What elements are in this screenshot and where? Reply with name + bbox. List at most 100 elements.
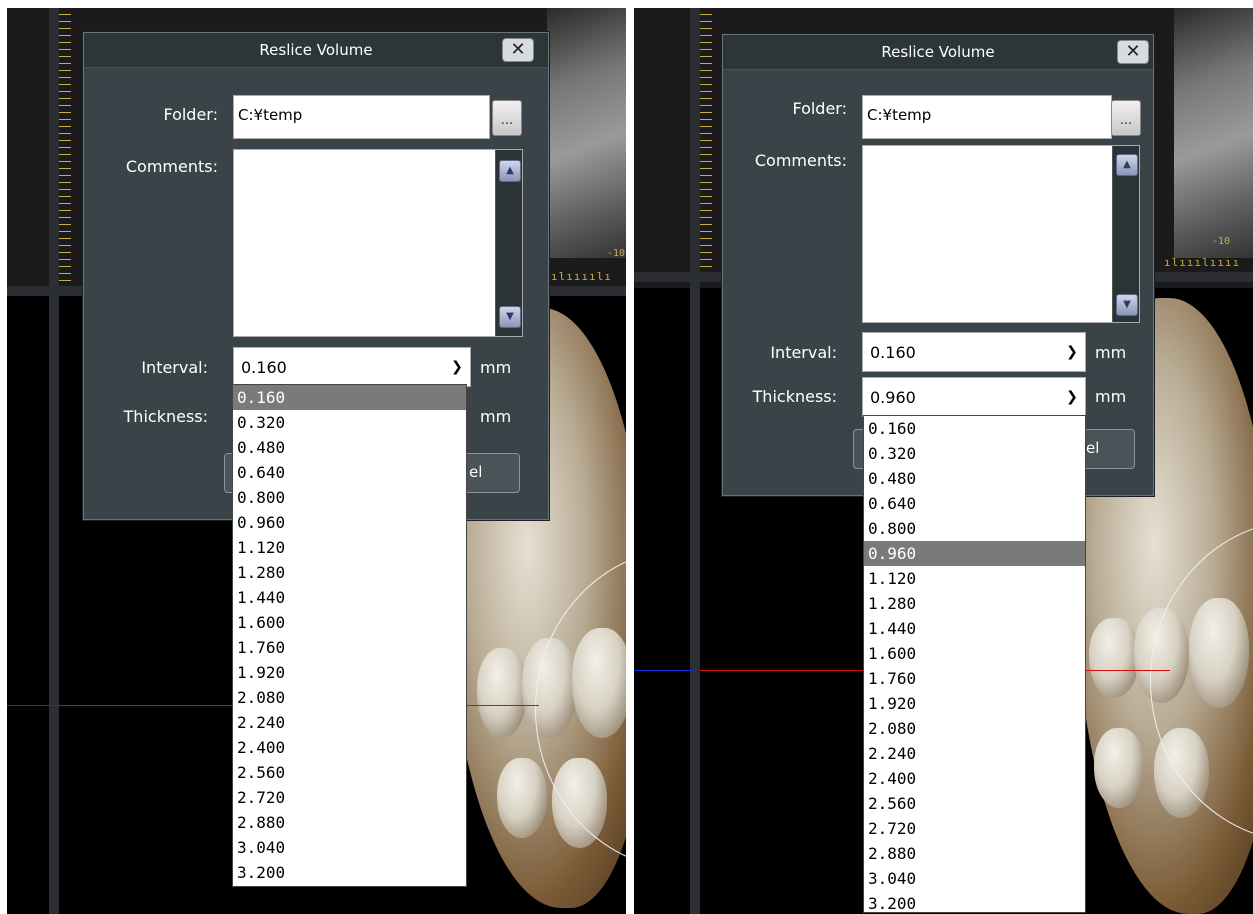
dropdown-option[interactable]: 2.720 [233, 785, 466, 810]
dropdown-option[interactable]: 1.280 [233, 560, 466, 585]
thickness-dropdown-list[interactable]: 0.160 0.320 0.480 0.640 0.800 0.960 1.120 1.280… [863, 415, 1086, 913]
comments-field[interactable]: ▲ ▼ [862, 145, 1140, 323]
dropdown-option[interactable]: 3.040 [864, 866, 1085, 891]
chevron-down-icon[interactable]: ❯ [1059, 333, 1085, 371]
dropdown-option[interactable]: 1.280 [864, 591, 1085, 616]
interval-combobox[interactable]: 0.160 ❯ [233, 347, 471, 387]
scale-label: -10 [607, 248, 626, 259]
crosshair-blue [7, 705, 57, 706]
browse-button[interactable]: ... [1111, 100, 1141, 136]
dropdown-option[interactable]: 0.160 [233, 385, 466, 410]
interval-unit: mm [480, 358, 512, 377]
interval-value: 0.160 [241, 358, 287, 377]
thickness-value: 0.960 [870, 388, 916, 407]
tooth-render [497, 758, 547, 838]
option-list: 0.160 0.320 0.480 0.640 0.800 0.960 1.120 1.280… [233, 385, 466, 885]
dropdown-option[interactable]: 1.760 [233, 635, 466, 660]
dropdown-option[interactable]: 1.440 [233, 585, 466, 610]
dropdown-option[interactable]: 0.320 [864, 441, 1085, 466]
dropdown-option[interactable]: 1.120 [233, 535, 466, 560]
dialog-title: Reslice Volume [881, 43, 995, 61]
dropdown-option[interactable]: 2.560 [864, 791, 1085, 816]
scroll-up-icon[interactable]: ▲ [1116, 154, 1138, 176]
cancel-button[interactable]: el [1081, 429, 1135, 469]
dropdown-option[interactable]: 0.960 [864, 541, 1085, 566]
dropdown-option[interactable]: 2.560 [233, 760, 466, 785]
thickness-unit: mm [480, 407, 512, 426]
thickness-combobox[interactable]: 0.960 ❯ [862, 377, 1086, 417]
dropdown-option[interactable]: 1.920 [864, 691, 1085, 716]
close-button[interactable]: ✕ [502, 38, 534, 62]
viewer-panel-left: ılıııılı -10 Reslice Volume ✕ Folder: C:… [7, 8, 626, 914]
comments-scrollbar[interactable]: ▲ ▼ [1112, 146, 1139, 322]
dropdown-option[interactable]: 1.600 [233, 610, 466, 635]
dropdown-option[interactable]: 3.200 [233, 860, 466, 885]
scale-label: -10 [1212, 236, 1231, 247]
folder-value: C:¥temp [238, 106, 303, 124]
dropdown-option[interactable]: 2.880 [864, 841, 1085, 866]
ct-scan-bone [547, 8, 626, 258]
browse-label: ... [500, 113, 514, 128]
interval-dropdown-list[interactable]: 0.160 0.320 0.480 0.640 0.800 0.960 1.120 1.280… [232, 384, 467, 887]
horizontal-scale-ticks: ılııılıııı [1164, 256, 1241, 269]
cancel-button[interactable]: el [464, 453, 520, 493]
scroll-up-icon[interactable]: ▲ [499, 160, 521, 182]
viewport-divider-vertical [49, 8, 59, 914]
folder-field[interactable]: C:¥temp [233, 95, 490, 139]
close-icon: ✕ [1125, 41, 1141, 62]
thickness-unit: mm [1095, 387, 1127, 406]
dropdown-option[interactable]: 3.040 [233, 835, 466, 860]
interval-value: 0.160 [870, 343, 916, 362]
dropdown-option[interactable]: 2.080 [864, 716, 1085, 741]
option-list: 0.160 0.320 0.480 0.640 0.800 0.960 1.120 1.280… [864, 416, 1085, 914]
comments-label: Comments: [125, 157, 218, 176]
dropdown-option[interactable]: 1.920 [233, 660, 466, 685]
interval-label: Interval: [770, 343, 837, 362]
close-icon: ✕ [510, 39, 526, 60]
cancel-label: el [1086, 439, 1100, 457]
folder-field[interactable]: C:¥temp [862, 95, 1112, 139]
comments-scrollbar[interactable]: ▲ ▼ [495, 150, 522, 336]
dropdown-option[interactable]: 1.600 [864, 641, 1085, 666]
dropdown-option[interactable]: 0.480 [233, 435, 466, 460]
thickness-label: Thickness: [123, 407, 208, 426]
dropdown-option[interactable]: 1.760 [864, 666, 1085, 691]
tooth-render [477, 648, 527, 738]
dropdown-option[interactable]: 0.800 [864, 516, 1085, 541]
dialog-title-bar[interactable]: Reslice Volume ✕ [723, 35, 1153, 70]
ct-scan-bone [1174, 8, 1253, 258]
dropdown-option[interactable]: 2.080 [233, 685, 466, 710]
interval-unit: mm [1095, 343, 1127, 362]
chevron-down-icon[interactable]: ❯ [1059, 378, 1085, 416]
browse-button[interactable]: ... [492, 100, 522, 136]
dropdown-option[interactable]: 2.240 [864, 741, 1085, 766]
dropdown-option[interactable]: 1.120 [864, 566, 1085, 591]
interval-combobox[interactable]: 0.160 ❯ [862, 332, 1086, 372]
dropdown-option[interactable]: 2.880 [233, 810, 466, 835]
dropdown-option[interactable]: 0.640 [233, 460, 466, 485]
chevron-down-icon[interactable]: ❯ [444, 348, 470, 386]
close-button[interactable]: ✕ [1117, 40, 1149, 64]
dropdown-option[interactable]: 2.400 [233, 735, 466, 760]
dropdown-option[interactable]: 0.480 [864, 466, 1085, 491]
scroll-down-icon[interactable]: ▼ [499, 306, 521, 328]
folder-value: C:¥temp [867, 106, 932, 124]
dialog-title-bar[interactable]: Reslice Volume ✕ [84, 33, 548, 68]
dropdown-option[interactable]: 0.800 [233, 485, 466, 510]
dropdown-option[interactable]: 2.720 [864, 816, 1085, 841]
viewer-panel-right: ılııılıııı -10 Reslice Volume ✕ Folder: … [634, 8, 1253, 914]
dropdown-option[interactable]: 2.240 [233, 710, 466, 735]
scroll-down-icon[interactable]: ▼ [1116, 294, 1138, 316]
dropdown-option[interactable]: 0.320 [233, 410, 466, 435]
dropdown-option[interactable]: 1.440 [864, 616, 1085, 641]
dropdown-option[interactable]: 0.160 [864, 416, 1085, 441]
tooth-render [1089, 618, 1139, 698]
dropdown-option[interactable]: 0.960 [233, 510, 466, 535]
comments-label: Comments: [754, 151, 847, 170]
dropdown-option[interactable]: 2.400 [864, 766, 1085, 791]
dropdown-option[interactable]: 0.640 [864, 491, 1085, 516]
folder-label: Folder: [163, 105, 218, 124]
comments-field[interactable]: ▲ ▼ [233, 149, 523, 337]
dropdown-option[interactable]: 3.200 [864, 891, 1085, 914]
cancel-label: el [469, 463, 483, 481]
